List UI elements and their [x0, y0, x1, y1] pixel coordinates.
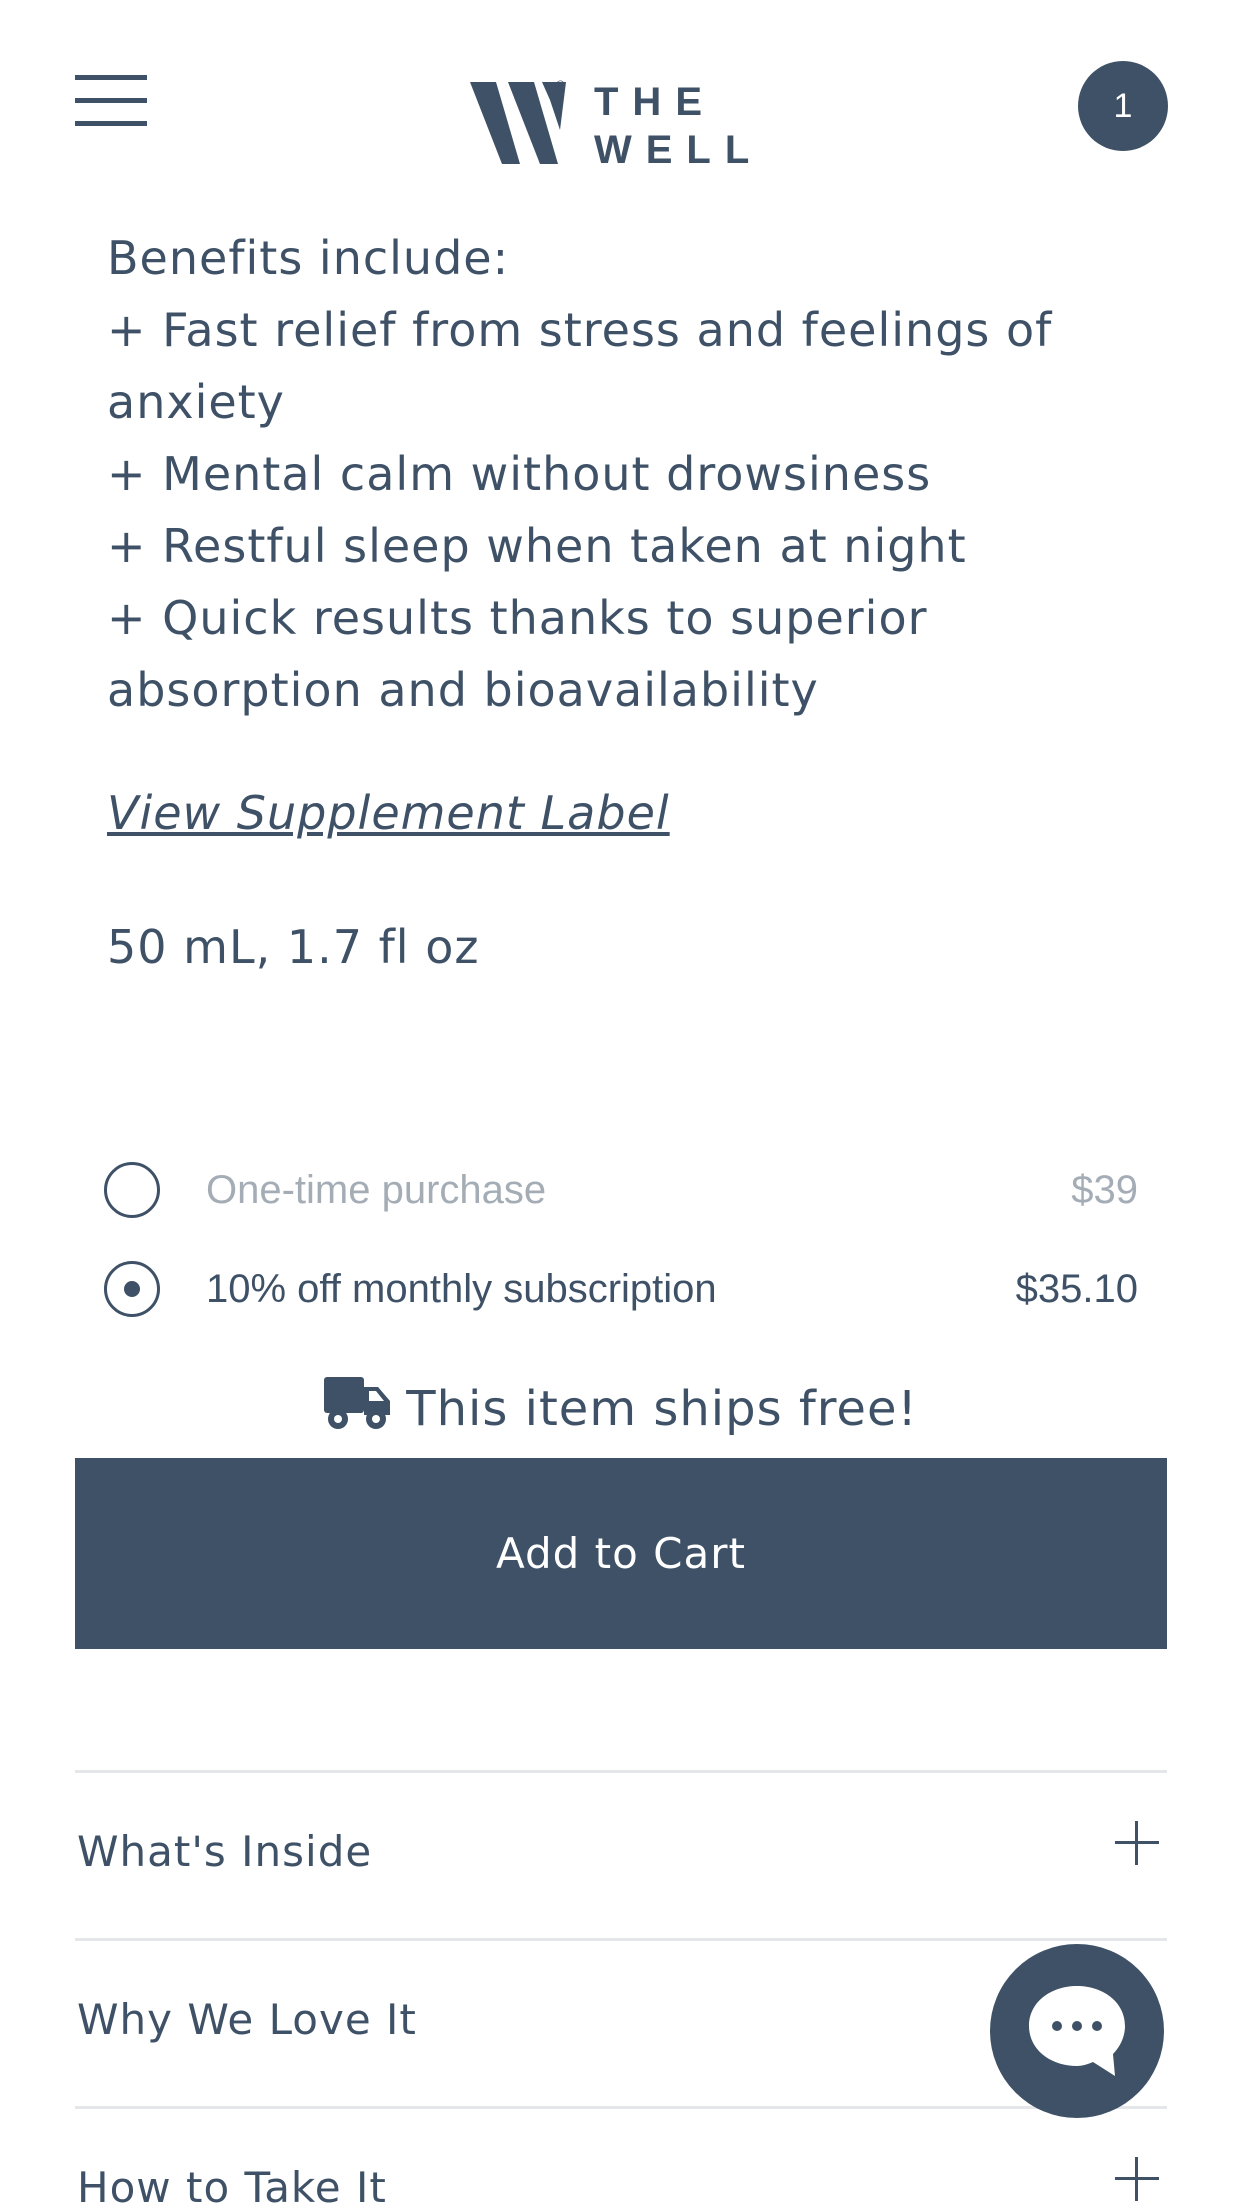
option-label: 10% off monthly subscription: [206, 1267, 717, 1311]
radio-button-unselected[interactable]: [104, 1162, 160, 1218]
option-price: $39: [1071, 1168, 1138, 1212]
chat-bubble-icon: [1029, 1986, 1125, 2076]
accordion-label: Why We Love It: [77, 1995, 417, 2044]
radio-button-selected[interactable]: [104, 1261, 160, 1317]
logo-line-2: WELL: [594, 128, 764, 172]
accordion-label: What's Inside: [77, 1827, 373, 1876]
option-label: One-time purchase: [206, 1168, 547, 1212]
plus-icon[interactable]: [1115, 1821, 1159, 1865]
product-size: 50 mL, 1.7 fl oz: [107, 920, 480, 974]
benefit-item: + Fast relief from stress and feelings o…: [107, 303, 1053, 429]
benefit-item: + Quick results thanks to superior absor…: [107, 591, 928, 717]
product-page: ® THE WELL 1 Benefits include: + Fast re…: [0, 0, 1242, 2208]
logo-w-mark-icon: [470, 82, 566, 164]
add-to-cart-button[interactable]: Add to Cart: [75, 1458, 1167, 1649]
option-price: $35.10: [1015, 1267, 1138, 1311]
subscription-option[interactable]: 10% off monthly subscription $35.10: [104, 1259, 1138, 1319]
cart-count-badge[interactable]: 1: [1078, 61, 1168, 151]
chat-button[interactable]: [990, 1944, 1164, 2118]
shipping-text: This item ships free!: [406, 1381, 918, 1437]
the-well-logo[interactable]: ® THE WELL: [470, 78, 760, 174]
truck-icon: [324, 1377, 391, 1429]
benefit-item: + Restful sleep when taken at night: [107, 519, 967, 573]
benefit-item: + Mental calm without drowsiness: [107, 447, 932, 501]
view-supplement-label-link[interactable]: View Supplement Label: [107, 786, 670, 840]
plus-icon[interactable]: [1115, 2157, 1159, 2201]
logo-line-1: THE: [594, 80, 716, 124]
accordion-whats-inside[interactable]: What's Inside: [75, 1773, 1167, 1933]
logo-wordmark: THE WELL: [594, 78, 763, 174]
hamburger-menu-icon[interactable]: [75, 75, 147, 127]
logo-registered-mark: ®: [556, 78, 565, 92]
one-time-purchase-option[interactable]: One-time purchase $39: [104, 1160, 1138, 1220]
free-shipping-notice: This item ships free!: [0, 1377, 1242, 1437]
benefits-heading: Benefits include:: [107, 231, 510, 285]
accordion-how-to-take-it[interactable]: How to Take It: [75, 2109, 1167, 2208]
accordion-label: How to Take It: [77, 2163, 387, 2208]
benefits-list: Benefits include: + Fast relief from str…: [107, 222, 1167, 726]
